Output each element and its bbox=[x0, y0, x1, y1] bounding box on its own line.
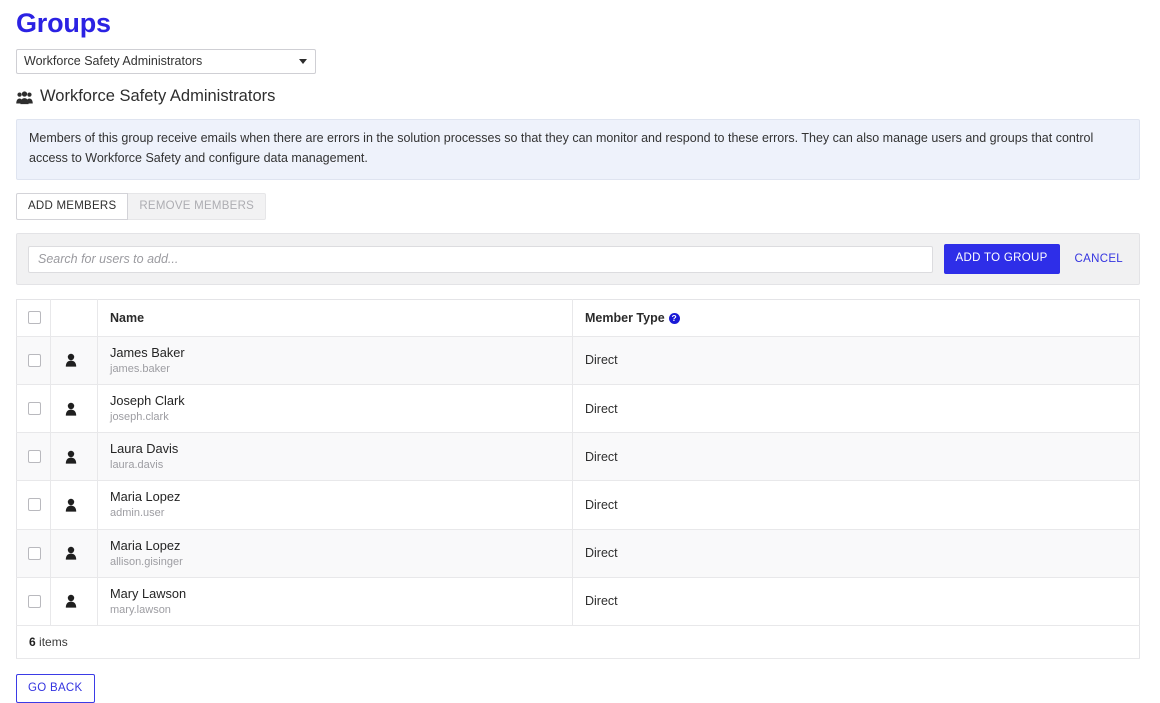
member-type-header-label: Member Type bbox=[585, 310, 665, 325]
help-circle-icon[interactable]: ? bbox=[668, 312, 680, 324]
group-description: Members of this group receive emails whe… bbox=[16, 119, 1140, 180]
person-icon bbox=[65, 498, 77, 512]
row-name-cell: Joseph Clark joseph.clark bbox=[97, 384, 573, 434]
item-count-number: 6 bbox=[29, 634, 36, 649]
row-select-cell bbox=[16, 384, 51, 434]
person-icon bbox=[65, 402, 77, 416]
group-heading: Workforce Safety Administrators bbox=[16, 87, 1140, 107]
table-row[interactable]: Maria Lopez admin.user Direct bbox=[16, 480, 1140, 530]
row-name-cell: Mary Lawson mary.lawson bbox=[97, 577, 573, 626]
member-action-buttons: ADD MEMBERS REMOVE MEMBERS bbox=[16, 192, 1140, 221]
row-member-type: Direct bbox=[572, 577, 1140, 626]
group-selector[interactable]: Workforce Safety Administrators bbox=[16, 49, 316, 75]
row-username: james.baker bbox=[110, 362, 170, 375]
groups-page: Groups Workforce Safety Administrators W… bbox=[0, 0, 1160, 703]
row-name: Maria Lopez bbox=[110, 489, 181, 505]
person-icon bbox=[65, 594, 77, 608]
row-name-cell: Maria Lopez allison.gisinger bbox=[97, 529, 573, 578]
row-checkbox[interactable] bbox=[28, 450, 41, 464]
table-footer-row: 6 items bbox=[16, 625, 1140, 659]
person-icon bbox=[65, 450, 77, 464]
row-username: allison.gisinger bbox=[110, 555, 183, 568]
row-icon-cell bbox=[50, 432, 98, 482]
table-row[interactable]: Mary Lawson mary.lawson Direct bbox=[16, 577, 1140, 626]
members-table: Name Member Type? James Baker james.baker… bbox=[16, 298, 1140, 659]
row-username: laura.davis bbox=[110, 459, 164, 472]
row-select-cell bbox=[16, 336, 51, 386]
remove-members-button[interactable]: REMOVE MEMBERS bbox=[128, 192, 267, 221]
row-icon-cell bbox=[50, 577, 98, 626]
row-username: joseph.clark bbox=[110, 411, 169, 424]
row-name-cell: Laura Davis laura.davis bbox=[97, 432, 573, 482]
row-username: admin.user bbox=[110, 507, 165, 520]
table-header-row: Name Member Type? bbox=[16, 299, 1140, 337]
person-icon bbox=[65, 353, 77, 368]
cancel-button[interactable]: CANCEL bbox=[1073, 249, 1125, 269]
select-all-checkbox[interactable] bbox=[28, 311, 41, 325]
table-row[interactable]: Laura Davis laura.davis Direct bbox=[16, 432, 1140, 482]
person-icon bbox=[65, 546, 77, 560]
row-select-cell bbox=[16, 480, 51, 530]
member-type-header[interactable]: Member Type? bbox=[572, 299, 1140, 337]
row-icon-cell bbox=[50, 384, 98, 434]
row-name-cell: James Baker james.baker bbox=[97, 336, 573, 386]
row-name: James Baker bbox=[110, 344, 185, 360]
row-name: Mary Lawson bbox=[110, 585, 187, 601]
table-header: Name Member Type? bbox=[16, 299, 1140, 337]
item-count-label: items bbox=[39, 634, 68, 649]
row-checkbox[interactable] bbox=[28, 353, 41, 367]
page-title: Groups bbox=[16, 8, 111, 38]
select-all-header bbox=[16, 299, 51, 337]
row-icon-cell bbox=[50, 480, 98, 530]
row-member-type: Direct bbox=[572, 384, 1140, 434]
row-select-cell bbox=[16, 529, 51, 578]
item-count: 6 items bbox=[16, 625, 1140, 659]
row-name: Joseph Clark bbox=[110, 393, 185, 409]
row-member-type: Direct bbox=[572, 336, 1140, 386]
table-footer: 6 items bbox=[16, 625, 1140, 659]
row-checkbox[interactable] bbox=[28, 498, 41, 512]
row-name: Laura Davis bbox=[110, 441, 179, 457]
table-body: James Baker james.baker Direct Joseph Clark… bbox=[16, 336, 1140, 626]
add-members-search-panel: ADD TO GROUP CANCEL bbox=[16, 233, 1140, 285]
row-checkbox[interactable] bbox=[28, 402, 41, 416]
group-select-value[interactable]: Workforce Safety Administrators bbox=[16, 49, 316, 75]
row-member-type: Direct bbox=[572, 480, 1140, 530]
row-icon-cell bbox=[50, 336, 98, 386]
row-select-cell bbox=[16, 577, 51, 626]
row-member-type: Direct bbox=[572, 432, 1140, 482]
add-members-button[interactable]: ADD MEMBERS bbox=[16, 192, 129, 221]
row-checkbox[interactable] bbox=[28, 594, 41, 608]
row-name: Maria Lopez bbox=[110, 537, 181, 553]
icon-header bbox=[50, 299, 98, 337]
group-heading-name: Workforce Safety Administrators bbox=[40, 87, 276, 106]
search-input[interactable] bbox=[28, 245, 933, 273]
row-checkbox[interactable] bbox=[28, 546, 41, 560]
row-icon-cell bbox=[50, 529, 98, 578]
table-row[interactable]: Maria Lopez allison.gisinger Direct bbox=[16, 529, 1140, 578]
go-back-button[interactable]: GO BACK bbox=[16, 673, 95, 703]
add-to-group-button[interactable]: ADD TO GROUP bbox=[943, 244, 1060, 274]
row-select-cell bbox=[16, 432, 51, 482]
table-row[interactable]: James Baker james.baker Direct bbox=[16, 336, 1140, 386]
name-header[interactable]: Name bbox=[97, 299, 573, 337]
row-member-type: Direct bbox=[572, 529, 1140, 578]
row-username: mary.lawson bbox=[110, 603, 171, 616]
row-name-cell: Maria Lopez admin.user bbox=[97, 480, 573, 530]
table-row[interactable]: Joseph Clark joseph.clark Direct bbox=[16, 384, 1140, 434]
users-group-icon bbox=[16, 91, 33, 105]
